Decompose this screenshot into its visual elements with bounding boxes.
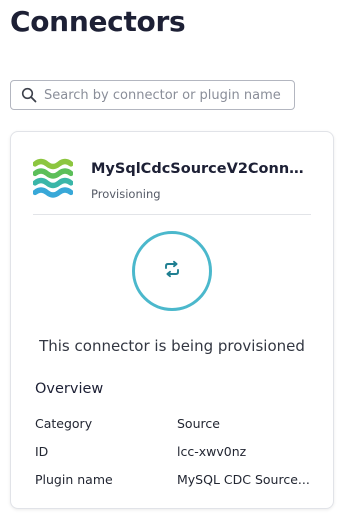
detail-row-plugin-name: Plugin name MySQL CDC Source... <box>35 471 315 489</box>
detail-label: Plugin name <box>35 472 113 487</box>
sync-icon <box>163 260 181 282</box>
connector-status: Provisioning <box>91 187 161 201</box>
detail-value: Source <box>177 416 220 431</box>
detail-value: lcc-xwv0nz <box>177 444 247 459</box>
provisioning-message: This connector is being provisioned <box>39 337 305 355</box>
search-icon <box>21 87 37 103</box>
search-box[interactable] <box>10 80 295 110</box>
detail-value: MySQL CDC Source... <box>177 472 310 487</box>
detail-label: ID <box>35 444 49 459</box>
overview-title: Overview <box>35 381 104 397</box>
detail-label: Category <box>35 416 93 431</box>
connector-logo-icon <box>32 158 74 198</box>
connector-name[interactable]: MySqlCdcSourceV2Connect... <box>91 159 311 179</box>
search-input[interactable] <box>44 87 284 103</box>
detail-row-category: Category Source <box>35 415 315 433</box>
connectors-page: Connectors MySqlCdcSourceV2Connect... Pr… <box>0 0 349 525</box>
provisioning-status-ring <box>132 231 212 311</box>
page-title: Connectors <box>10 5 186 38</box>
card-divider <box>33 214 311 215</box>
detail-row-id: ID lcc-xwv0nz <box>35 443 315 461</box>
connector-card-header: MySqlCdcSourceV2Connect... Provisioning <box>32 156 313 216</box>
connector-card[interactable]: MySqlCdcSourceV2Connect... Provisioning … <box>10 131 334 509</box>
